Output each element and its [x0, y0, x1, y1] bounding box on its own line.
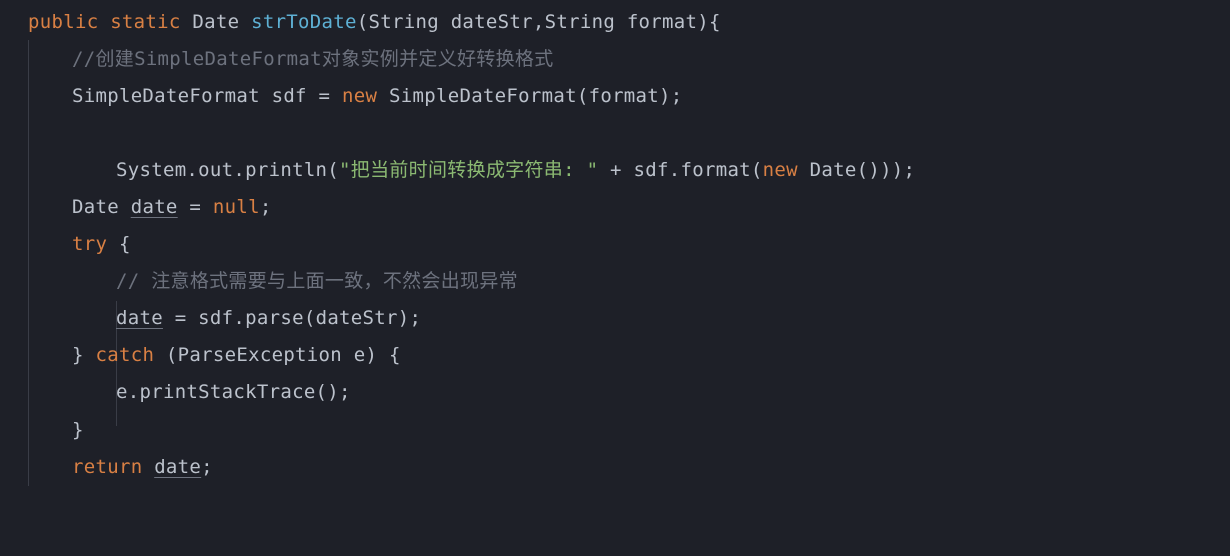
punctuation: }: [72, 419, 84, 441]
method-call: System.out.println(: [116, 159, 339, 181]
param-name: dateStr: [451, 11, 533, 33]
code-editor[interactable]: public static Date strToDate(String date…: [0, 0, 1230, 486]
operator: + sdf.format(: [598, 159, 762, 181]
comment: // 注意格式需要与上面一致，不然会出现异常: [116, 270, 518, 292]
space: [142, 456, 154, 478]
code-line: return date;: [28, 449, 1230, 486]
code-line: System.out.println("把当前时间转换成字符串: " + sdf…: [28, 152, 1230, 189]
statement: e.printStackTrace();: [116, 381, 351, 403]
punctuation: (: [577, 85, 589, 107]
argument: format: [589, 85, 659, 107]
code-line: e.printStackTrace();: [28, 374, 1230, 411]
code-line: try {: [28, 226, 1230, 263]
type: SimpleDateFormat: [72, 85, 260, 107]
punctuation: ;: [201, 456, 213, 478]
variable: date: [116, 307, 163, 329]
param-type: String: [545, 11, 615, 33]
param-type: String: [369, 11, 439, 33]
keyword-null: null: [213, 196, 260, 218]
punctuation: );: [659, 85, 682, 107]
constructor: SimpleDateFormat: [389, 85, 577, 107]
code-line-empty: [28, 115, 1230, 152]
punctuation: {: [107, 233, 130, 255]
keyword-catch: catch: [95, 344, 154, 366]
return-type: Date: [192, 11, 239, 33]
punctuation: (: [357, 11, 369, 33]
variable: date: [154, 456, 201, 478]
param-name: format: [627, 11, 697, 33]
keyword-new: new: [342, 85, 377, 107]
punctuation: ){: [697, 11, 720, 33]
code-line: } catch (ParseException e) {: [28, 337, 1230, 374]
keyword-try: try: [72, 233, 107, 255]
statement: = sdf.parse(dateStr);: [163, 307, 421, 329]
code-line: date = sdf.parse(dateStr);: [28, 300, 1230, 337]
variable: sdf: [272, 85, 307, 107]
type: Date: [72, 196, 119, 218]
code-line: SimpleDateFormat sdf = new SimpleDateFor…: [28, 78, 1230, 115]
code-line: //创建SimpleDateFormat对象实例并定义好转换格式: [28, 41, 1230, 78]
comment: //创建SimpleDateFormat对象实例并定义好转换格式: [72, 48, 554, 70]
string-literal: "把当前时间转换成字符串: ": [339, 159, 598, 181]
code-line: public static Date strToDate(String date…: [28, 4, 1230, 41]
code-line: Date date = null;: [28, 189, 1230, 226]
punctuation: }: [72, 344, 95, 366]
keyword-public: public: [28, 11, 98, 33]
operator: =: [178, 196, 213, 218]
constructor-call: Date()));: [798, 159, 915, 181]
code-line: }: [28, 412, 1230, 449]
punctuation: ;: [260, 196, 272, 218]
punctuation: ,: [533, 11, 545, 33]
variable: date: [131, 196, 178, 218]
code-line: // 注意格式需要与上面一致，不然会出现异常: [28, 263, 1230, 300]
catch-params: (ParseException e) {: [154, 344, 401, 366]
operator: =: [319, 85, 331, 107]
method-name: strToDate: [251, 11, 357, 33]
keyword-static: static: [110, 11, 180, 33]
keyword-return: return: [72, 456, 142, 478]
keyword-new: new: [763, 159, 798, 181]
